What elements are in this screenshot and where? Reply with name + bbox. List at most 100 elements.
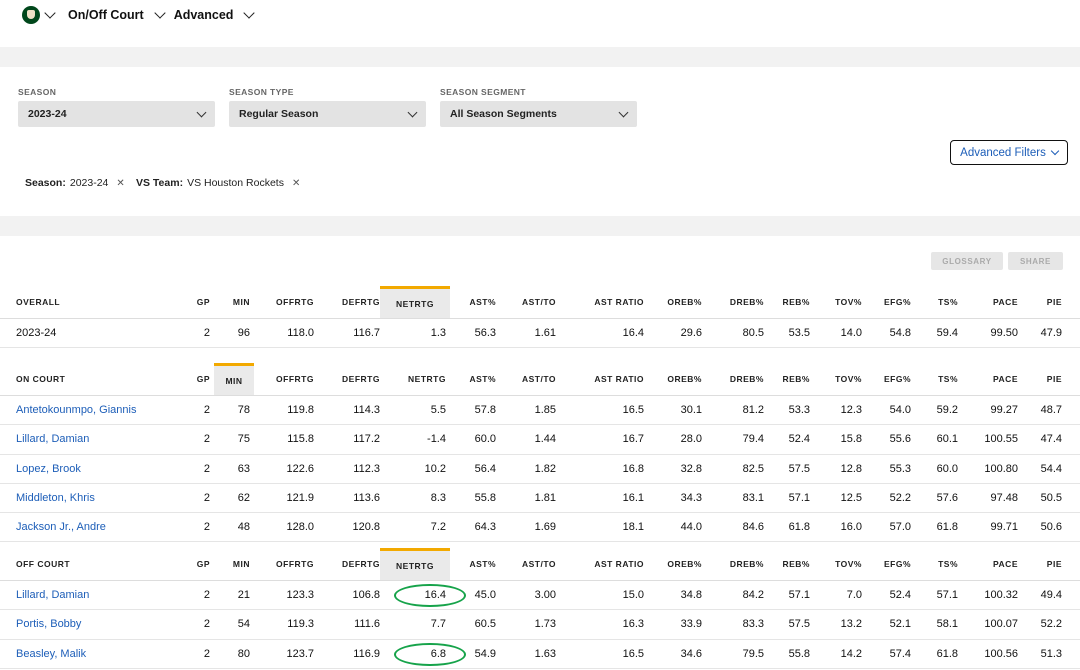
cell-dreb-: 80.5 (742, 327, 764, 340)
cell-reb-: 57.5 (788, 462, 810, 475)
player-name-link[interactable]: Lillard, Damian (16, 581, 186, 609)
column-header-ast-[interactable]: AST% (452, 286, 496, 318)
section-title: OVERALL (16, 297, 61, 307)
bucks-logo-icon[interactable] (22, 6, 40, 24)
view-dropdown[interactable]: On/Off Court (68, 7, 166, 22)
column-header-ast-[interactable]: AST% (452, 548, 496, 580)
column-header-pace[interactable]: PACE (970, 548, 1018, 580)
cell-ast-to: 3.00 (534, 589, 556, 602)
table-row: Lillard, Damian 2 75 115.8 117.2 -1.4 60.0 1.44… (0, 425, 1080, 455)
cell-offrtg: 128.0 (286, 521, 314, 534)
cell-ts-: 61.8 (936, 521, 958, 534)
close-icon[interactable]: ✕ (292, 178, 300, 189)
cell-efg-: 52.4 (889, 589, 911, 602)
column-header-oreb-[interactable]: OREB% (654, 286, 702, 318)
column-header-efg-[interactable]: EFG% (872, 363, 911, 395)
column-header-reb-[interactable]: REB% (772, 363, 810, 395)
column-header-netrtg[interactable]: NETRTG (384, 363, 446, 395)
season-segment-filter-label: SEASON SEGMENT (440, 87, 526, 97)
column-header-min[interactable]: MIN (218, 548, 250, 580)
cell-ast-ratio: 16.4 (622, 327, 644, 340)
column-header-min[interactable]: MIN (218, 286, 250, 318)
column-header-reb-[interactable]: REB% (772, 548, 810, 580)
column-header-tov-[interactable]: TOV% (822, 286, 862, 318)
season-select[interactable]: 2023-24 (18, 101, 215, 127)
cell-oreb-: 33.9 (680, 618, 702, 631)
column-header-offrtg[interactable]: OFFRTG (262, 363, 314, 395)
cell-gp: 2 (203, 327, 210, 340)
cell-reb-: 61.8 (788, 521, 810, 534)
column-header-oreb-[interactable]: OREB% (654, 363, 702, 395)
column-header-min[interactable]: MIN (214, 363, 254, 395)
player-name-link[interactable]: Portis, Bobby (16, 610, 186, 638)
chip-key: Season: (25, 177, 66, 189)
player-name-link[interactable]: Middleton, Khris (16, 484, 186, 512)
column-header-offrtg[interactable]: OFFRTG (262, 548, 314, 580)
player-name-link[interactable]: Lopez, Brook (16, 455, 186, 483)
column-header-gp[interactable]: GP (186, 286, 210, 318)
column-header-pie[interactable]: PIE (1028, 286, 1062, 318)
cell-min: 63 (237, 462, 250, 475)
cell-gp: 2 (203, 647, 210, 660)
column-header-defrtg[interactable]: DEFRTG (326, 548, 380, 580)
column-header-defrtg[interactable]: DEFRTG (326, 363, 380, 395)
column-header-pace[interactable]: PACE (970, 363, 1018, 395)
column-header-ast-ratio[interactable]: AST RATIO (572, 363, 644, 395)
cell-reb-: 53.5 (788, 327, 810, 340)
column-header-ts-[interactable]: TS% (921, 286, 958, 318)
team-chevron-down-icon[interactable] (44, 7, 56, 19)
player-name-link[interactable]: Lillard, Damian (16, 425, 186, 453)
column-header-efg-[interactable]: EFG% (872, 548, 911, 580)
column-header-netrtg[interactable]: NETRTG (380, 286, 450, 318)
column-header-dreb-[interactable]: DREB% (714, 548, 764, 580)
cell-offrtg: 121.9 (286, 492, 314, 505)
cell-gp: 2 (203, 404, 210, 417)
column-header-pie[interactable]: PIE (1028, 548, 1062, 580)
column-header-ast-to[interactable]: AST/TO (502, 363, 556, 395)
cell-ts-: 61.8 (936, 647, 958, 660)
advanced-filters-button[interactable]: Advanced Filters (950, 140, 1068, 165)
column-header-reb-[interactable]: REB% (772, 286, 810, 318)
column-header-dreb-[interactable]: DREB% (714, 363, 764, 395)
filter-chip-vs-team[interactable]: VS Team: VS Houston Rockets ✕ (136, 177, 300, 189)
column-header-ts-[interactable]: TS% (921, 363, 958, 395)
cell-defrtg: 106.8 (352, 589, 380, 602)
filter-chip-season[interactable]: Season: 2023-24 ✕ (25, 177, 125, 189)
table-header-row: ON COURT GP MIN OFFRTG DEFRTG NETRTG AST% AST/T… (0, 363, 1080, 396)
column-header-ts-[interactable]: TS% (921, 548, 958, 580)
column-header-ast-to[interactable]: AST/TO (502, 548, 556, 580)
season-segment-select[interactable]: All Season Segments (440, 101, 637, 127)
cell-dreb-: 83.1 (742, 492, 764, 505)
column-header-pace[interactable]: PACE (970, 286, 1018, 318)
player-name-link[interactable]: Antetokounmpo, Giannis (16, 396, 186, 424)
season-type-select[interactable]: Regular Season (229, 101, 426, 127)
cell-ast-to: 1.82 (534, 462, 556, 475)
column-header-ast-ratio[interactable]: AST RATIO (572, 286, 644, 318)
cell-pie: 49.4 (1040, 589, 1062, 602)
player-name-link[interactable]: Beasley, Malik (16, 640, 186, 668)
cell-ast-to: 1.69 (534, 521, 556, 534)
column-header-pie[interactable]: PIE (1028, 363, 1062, 395)
column-header-oreb-[interactable]: OREB% (654, 548, 702, 580)
cell-oreb-: 34.8 (680, 589, 702, 602)
column-header-gp[interactable]: GP (186, 363, 210, 395)
column-header-tov-[interactable]: TOV% (822, 548, 862, 580)
column-header-defrtg[interactable]: DEFRTG (326, 286, 380, 318)
glossary-button[interactable]: GLOSSARY (931, 252, 1003, 270)
column-header-dreb-[interactable]: DREB% (714, 286, 764, 318)
chevron-down-icon (196, 107, 207, 117)
share-button[interactable]: SHARE (1008, 252, 1063, 270)
cell-gp: 2 (203, 618, 210, 631)
column-header-tov-[interactable]: TOV% (822, 363, 862, 395)
column-header-ast-ratio[interactable]: AST RATIO (572, 548, 644, 580)
cell-offrtg: 119.8 (287, 404, 314, 417)
column-header-efg-[interactable]: EFG% (872, 286, 911, 318)
player-name-link[interactable]: Jackson Jr., Andre (16, 513, 186, 541)
column-header-ast-[interactable]: AST% (452, 363, 496, 395)
close-icon[interactable]: ✕ (116, 178, 124, 189)
column-header-offrtg[interactable]: OFFRTG (262, 286, 314, 318)
column-header-ast-to[interactable]: AST/TO (502, 286, 556, 318)
column-header-gp[interactable]: GP (186, 548, 210, 580)
column-header-netrtg[interactable]: NETRTG (380, 548, 450, 580)
measure-dropdown[interactable]: Advanced (174, 7, 256, 22)
